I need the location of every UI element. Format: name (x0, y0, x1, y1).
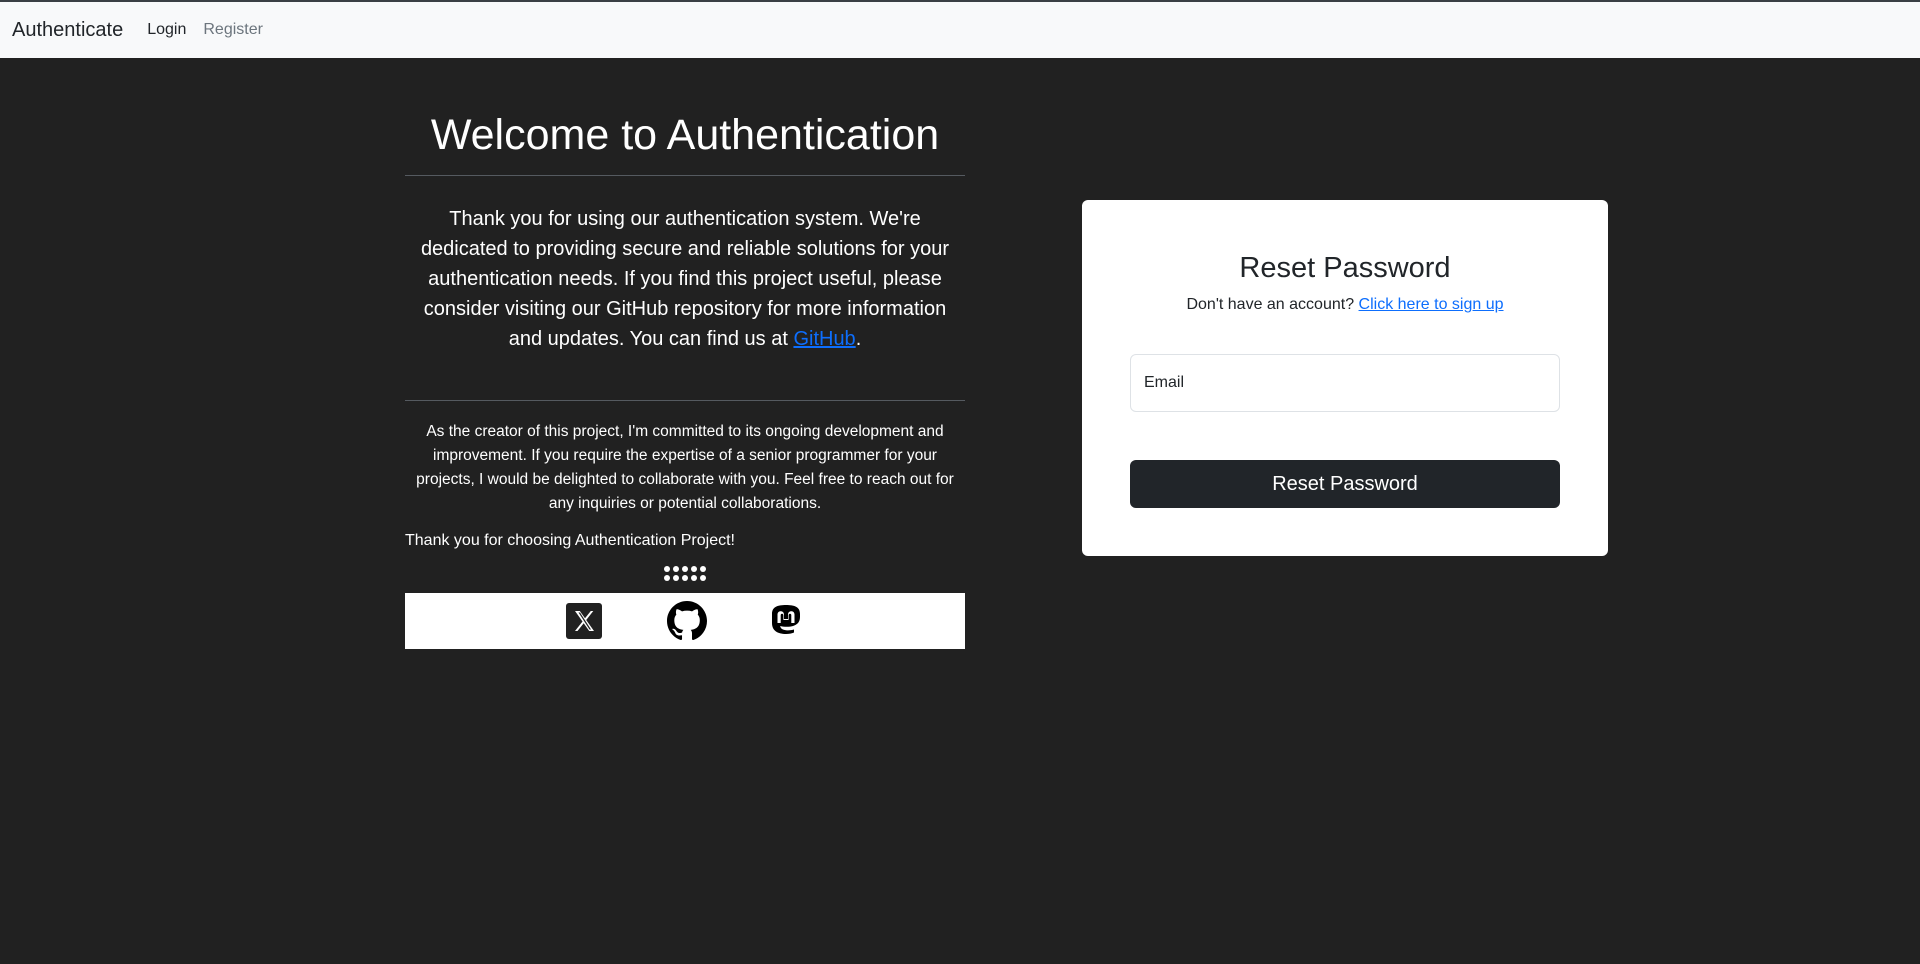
divider (405, 175, 965, 176)
intro-end: . (855, 328, 862, 350)
github-link[interactable]: GitHub (793, 328, 855, 350)
github-icon[interactable] (667, 601, 707, 641)
mastodon-icon[interactable] (768, 603, 804, 639)
nav-link-login[interactable]: Login (147, 21, 186, 39)
navbar: Authenticate Login Register (0, 2, 1920, 58)
navbar-brand[interactable]: Authenticate (12, 19, 123, 42)
reset-password-card: Reset Password Don't have an account? Cl… (1082, 200, 1608, 556)
x-icon[interactable] (566, 603, 602, 639)
nav-link-register[interactable]: Register (203, 21, 263, 39)
divider (405, 400, 965, 401)
email-field[interactable]: Email (1130, 354, 1560, 412)
welcome-section: Welcome to Authentication Thank you for … (405, 58, 965, 649)
reset-password-title: Reset Password (1239, 252, 1451, 284)
social-links (405, 593, 965, 649)
thanks-text: Thank you for choosing Authentication Pr… (405, 532, 735, 549)
intro-paragraph: Thank you for using our authentication s… (417, 204, 953, 354)
welcome-title: Welcome to Authentication (430, 111, 940, 159)
dots-decoration (664, 566, 706, 581)
signup-link[interactable]: Click here to sign up (1359, 296, 1504, 313)
reset-password-button[interactable]: Reset Password (1130, 460, 1560, 508)
creator-paragraph: As the creator of this project, I'm comm… (416, 423, 954, 512)
signup-prompt-text: Don't have an account? (1186, 296, 1355, 313)
intro-text: Thank you for using our authentication s… (420, 208, 950, 350)
signup-prompt: Don't have an account? Click here to sig… (1082, 296, 1608, 314)
